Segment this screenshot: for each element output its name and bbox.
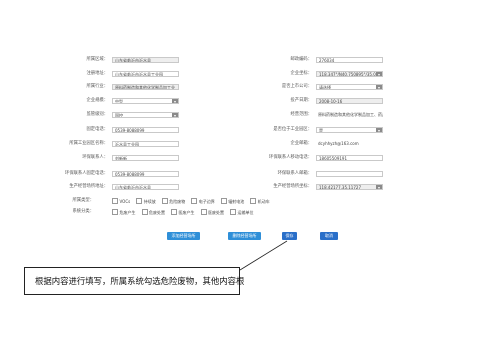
save-button[interactable]: 保存 — [282, 232, 297, 240]
right-field-input[interactable] — [316, 171, 383, 177]
system-class-option[interactable]: 医废处置 — [200, 208, 224, 216]
system-class-option[interactable]: 危废产生 — [112, 208, 136, 216]
checkbox-icon[interactable] — [141, 208, 148, 215]
left-field-input[interactable]: 山东省临沂市沂水县工业园 — [112, 71, 179, 77]
right-field-label: 投产日期： — [290, 98, 312, 103]
right-field-label: 是否上市公司： — [281, 84, 312, 89]
checkbox-icon[interactable] — [112, 208, 118, 215]
left-field-label: 所属区域： — [86, 57, 108, 62]
right-field-input[interactable]: 原料药制造和其他化学制品加工、药品、化 — [316, 112, 383, 118]
left-field-label: 注册地址： — [86, 71, 108, 76]
left-field-label: 企业规模： — [86, 98, 108, 103]
checkbox-icon[interactable] — [161, 197, 168, 204]
left-field-label: 监管级别： — [86, 112, 108, 117]
left-field-label: 所属行业： — [86, 84, 108, 89]
checkbox-icon[interactable] — [136, 197, 143, 204]
system-class-options: 危废产生 危废处置 医废产生 医废处置 运输单位 — [112, 208, 260, 216]
system-class-option[interactable]: 危废处置 — [141, 208, 165, 216]
checkbox-icon[interactable] — [171, 208, 177, 215]
right-field-input[interactable]: 请选择 — [316, 84, 383, 90]
system-class-option-label: 危废处置 — [149, 209, 165, 215]
right-field-input[interactable]: dcyhhyzh@163.com — [316, 141, 383, 147]
system-class-option-label: 危废产生 — [119, 209, 136, 215]
pollutant-type-option-label: 电子边界 — [198, 198, 215, 204]
pollutant-type-option-label: VOCs — [119, 198, 131, 204]
pollutant-type-option-label: 机动车 — [257, 198, 270, 204]
right-field-label: 企业坐标： — [290, 71, 312, 76]
right-field-input[interactable]: 118.347°/N40.750895°/35.09 — [316, 71, 383, 77]
pollutant-type-label: 所属类型： — [72, 198, 94, 203]
checkbox-icon[interactable] — [220, 197, 227, 204]
system-class-option-label: 医废产生 — [178, 209, 195, 215]
right-field-input[interactable]: 276034 — [316, 57, 383, 63]
left-field-input[interactable]: 沂水县工业园 — [112, 141, 179, 147]
add-site-button[interactable]: 添加经营场所 — [167, 232, 200, 240]
right-field-input[interactable]: 18605509191 — [316, 155, 383, 161]
left-field-input[interactable]: 中型 — [112, 98, 179, 104]
instruction-callout: 根据内容进行填写，所属系统勾选危险废物，其他内容根 — [24, 267, 244, 295]
system-class-option[interactable]: 医废产生 — [171, 208, 195, 216]
left-field-input[interactable]: 国控 — [112, 112, 179, 118]
left-field-label: 生产经营场所地址： — [69, 184, 108, 189]
pollutant-type-options: VOCs 持续放 危险废物 电子边界 辐射电池 机动车 — [112, 197, 276, 205]
pollutant-type-option-label: 辐射电池 — [228, 198, 245, 204]
left-field-label: 环保联系人： — [82, 155, 108, 160]
right-field-input[interactable]: 是 — [316, 127, 383, 133]
left-field-label: 所属工业园区名称： — [69, 141, 108, 146]
right-field-label: 生产经营场所坐标： — [273, 184, 312, 189]
cancel-button[interactable]: 取消 — [320, 232, 338, 240]
pollutant-type-option[interactable]: 电子边界 — [191, 197, 215, 205]
right-field-label: 经营范围： — [290, 112, 312, 117]
delete-site-button[interactable]: 删除经营场所 — [228, 232, 261, 240]
checkbox-icon[interactable] — [112, 197, 118, 204]
pollutant-type-option[interactable]: 机动车 — [250, 197, 270, 205]
checkbox-icon[interactable] — [250, 197, 257, 204]
right-field-label: 邮政编码： — [290, 57, 312, 62]
pollutant-type-option[interactable]: VOCs — [112, 197, 131, 205]
system-class-label: 系统分类： — [72, 209, 94, 214]
system-class-option[interactable]: 运输单位 — [230, 208, 254, 216]
left-field-label: 环保联系人固定电话： — [65, 171, 108, 176]
pollutant-type-option-label: 持续放 — [143, 198, 156, 204]
pollutant-type-option-label: 危险废物 — [169, 198, 186, 204]
left-field-input[interactable]: 0539-8088099 — [112, 127, 179, 133]
right-field-input[interactable]: 2008-10-16 — [316, 98, 383, 104]
left-field-label: 固定电话： — [86, 127, 108, 132]
left-field-input[interactable]: 山东省临沂市沂水县 — [112, 57, 179, 63]
left-field-input[interactable]: 刘新新 — [112, 155, 179, 161]
checkbox-icon[interactable] — [200, 208, 207, 215]
left-field-input[interactable]: 0539-8088099 — [112, 171, 179, 177]
left-field-input[interactable]: 原料药制造和其他化学制品加工业 — [112, 84, 179, 90]
right-field-label: 企业邮箱： — [290, 141, 312, 146]
pollutant-type-option[interactable]: 危险废物 — [161, 197, 186, 205]
checkbox-icon[interactable] — [230, 208, 236, 215]
checkbox-icon[interactable] — [191, 197, 198, 204]
pollutant-type-option[interactable]: 辐射电池 — [220, 197, 245, 205]
left-field-input[interactable]: 山东省临沂市沂水县 — [112, 184, 179, 190]
pollutant-type-option[interactable]: 持续放 — [136, 197, 156, 205]
right-field-label: 环保联系人移动电话： — [269, 155, 312, 160]
system-class-option-label: 医废处置 — [208, 209, 224, 215]
right-field-input[interactable]: 118.42177,35.11727 — [316, 184, 383, 190]
right-field-label: 是否位于工业园区： — [273, 127, 312, 132]
system-class-option-label: 运输单位 — [237, 209, 254, 215]
right-field-label: 环保联系人邮箱： — [277, 171, 312, 176]
enterprise-info-form: 所属区域： 山东省临沂市沂水县 注册地址： 山东省临沂市沂水县工业园 所属行业： 原料药制… — [0, 0, 500, 353]
